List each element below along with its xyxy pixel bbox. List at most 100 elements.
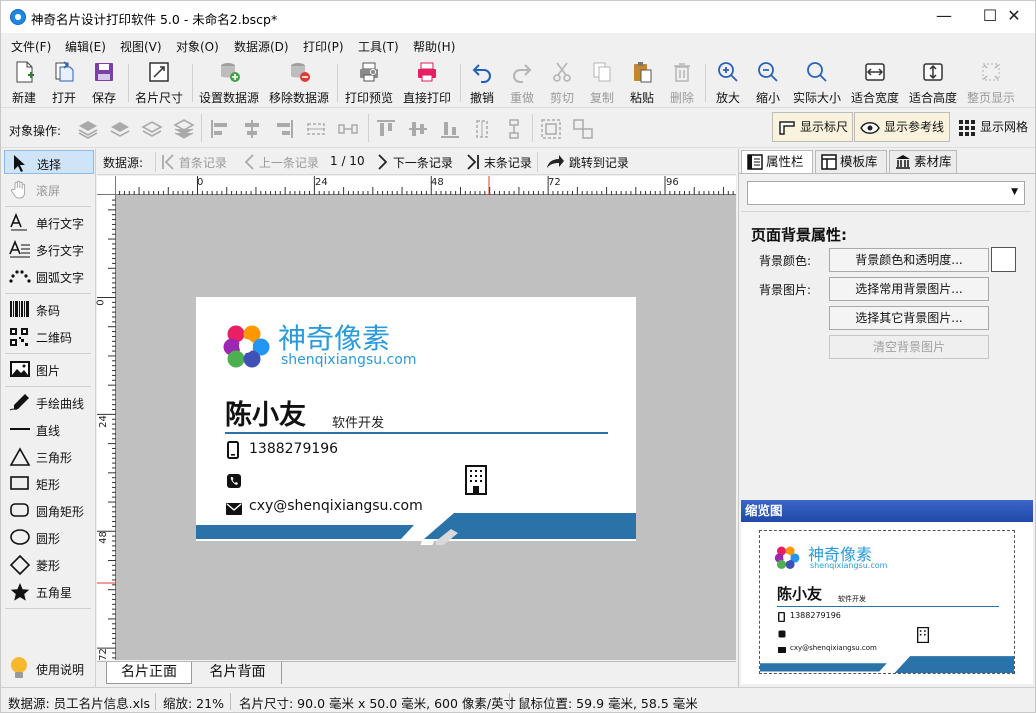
align-middle-icon[interactable] [407,118,429,140]
separator [5,206,91,207]
align-right-icon[interactable] [273,118,295,140]
freehand-tool[interactable]: 手绘曲线 [4,390,94,414]
bg-color-swatch[interactable] [991,247,1016,272]
actual-size-button[interactable]: 实际大小 [791,60,843,106]
object-selector-dropdown[interactable]: ▼ [747,181,1025,205]
redo-button[interactable]: 重做 [506,60,538,106]
menu-datasource[interactable]: 数据源(D) [234,38,289,55]
horizontal-ruler[interactable]: 0 24 48 72 96 [97,176,736,195]
qrcode-tool[interactable]: 二维码 [4,324,94,348]
delete-button[interactable]: 删除 [666,60,698,106]
distribute-vertical-icon[interactable] [471,118,493,140]
send-to-back-icon[interactable] [173,118,195,140]
cut-button[interactable]: 剪切 [546,60,578,106]
bg-color-button[interactable]: 背景颜色和透明度... [829,248,989,272]
last-record-button[interactable]: 末条记录 [466,154,532,171]
rounded-rect-tool[interactable]: 圆角矩形 [4,498,94,522]
tab-template-library[interactable]: 模板库 [815,150,887,173]
single-line-text-tool[interactable]: 单行文字 [4,210,94,234]
send-backward-icon[interactable] [141,118,163,140]
person-name[interactable]: 陈小友 [225,393,306,432]
star-tool[interactable]: 五角星 [4,579,94,603]
show-grid-toggle[interactable]: 显示网格 [952,112,1035,142]
barcode-tool[interactable]: 条码 [4,297,94,321]
align-bottom-icon[interactable] [439,118,461,140]
first-record-button[interactable]: 首条记录 [161,154,227,171]
paste-button[interactable]: 粘贴 [626,60,658,106]
business-card[interactable]: 神奇像素 shenqixiangsu.com 陈小友 软件开发 13882791… [196,297,636,545]
multi-line-text-tool[interactable]: 多行文字 [4,237,94,261]
new-file-icon [16,61,34,83]
menu-tools[interactable]: 工具(T) [358,38,399,55]
whole-page-button[interactable]: 整页显示 [965,60,1017,106]
thumbnail-area: 神奇像素 shenqixiangsu.com 陈小友 软件开发 13882791… [741,522,1033,684]
set-datasource-button[interactable]: 设置数据源 [197,60,261,106]
rectangle-tool[interactable]: 矩形 [4,471,94,495]
goto-record-button[interactable]: 跳转到记录 [545,154,629,171]
remove-datasource-button[interactable]: 移除数据源 [266,60,332,106]
group-icon[interactable] [540,118,562,140]
show-guides-toggle[interactable]: 显示参考线 [854,112,950,142]
distribute-horizontal-icon[interactable] [305,118,327,140]
menu-help[interactable]: 帮助(H) [413,38,455,55]
brand-name-en[interactable]: shenqixiangsu.com [281,352,416,368]
phone-number[interactable]: 1388279196 [249,441,338,457]
divider-line[interactable] [225,432,608,434]
space-vertical-icon[interactable] [503,118,525,140]
menu-edit[interactable]: 编辑(E) [65,38,106,55]
brand-name-cn[interactable]: 神奇像素 [278,317,390,357]
save-button[interactable]: 保存 [87,60,121,106]
zoom-out-button[interactable]: 缩小 [751,60,785,106]
menu-view[interactable]: 视图(V) [120,38,162,55]
ungroup-icon[interactable] [572,118,594,140]
select-tool[interactable]: 选择 [4,150,94,174]
align-top-icon[interactable] [375,118,397,140]
align-center-icon[interactable] [241,118,263,140]
fit-height-button[interactable]: 适合高度 [907,60,959,106]
tab-card-front[interactable]: 名片正面 [106,662,192,684]
job-title[interactable]: 软件开发 [332,412,384,431]
menu-object[interactable]: 对象(O) [176,38,219,55]
show-grid-label: 显示网格 [980,120,1029,134]
vertical-ruler[interactable]: 0 24 48 72 [96,195,116,661]
design-canvas[interactable]: 神奇像素 shenqixiangsu.com 陈小友 软件开发 13882791… [116,195,736,660]
pan-tool[interactable]: 滚屏 [4,177,94,201]
align-left-icon[interactable] [209,118,231,140]
diamond-tool[interactable]: 菱形 [4,552,94,576]
bring-to-front-icon[interactable] [77,118,99,140]
common-bg-image-button[interactable]: 选择常用背景图片... [829,277,989,301]
thumbnail-card-preview[interactable]: 神奇像素 shenqixiangsu.com 陈小友 软件开发 13882791… [759,530,1015,674]
other-bg-image-button[interactable]: 选择其它背景图片... [829,306,989,330]
arc-text-tool[interactable]: 圆弧文字 [4,264,94,288]
space-evenly-icon[interactable] [337,118,359,140]
help-button[interactable]: 使用说明 [4,655,94,681]
card-bottom-band[interactable] [196,511,636,545]
image-tool[interactable]: 图片 [4,357,94,381]
show-ruler-toggle[interactable]: 显示标尺 [772,112,853,142]
zoom-in-button[interactable]: 放大 [711,60,745,106]
bring-forward-icon[interactable] [109,118,131,140]
line-tool[interactable]: 直线 [4,417,94,441]
triangle-tool[interactable]: 三角形 [4,444,94,468]
direct-print-button[interactable]: 直接打印 [401,60,453,106]
tab-card-back[interactable]: 名片背面 [194,662,282,684]
prev-record-button[interactable]: 上一条记录 [243,154,319,171]
copy-button[interactable]: 复制 [586,60,618,106]
menu-print[interactable]: 打印(P) [303,38,344,55]
tab-asset-library[interactable]: 素材库 [889,150,957,173]
open-button[interactable]: 打开 [47,60,81,106]
thumbnail-email-icon [778,647,786,653]
next-record-button[interactable]: 下一条记录 [377,154,453,171]
new-button[interactable]: 新建 [7,60,41,106]
minimize-button[interactable]: — [921,1,967,33]
circle-tool[interactable]: 圆形 [4,525,94,549]
clear-bg-image-button[interactable]: 清空背景图片 [829,335,989,359]
fit-width-button[interactable]: 适合宽度 [849,60,901,106]
tab-properties[interactable]: 属性栏 [741,150,813,173]
undo-button[interactable]: 撤销 [466,60,498,106]
card-size-icon [149,62,169,82]
close-button[interactable]: ✕ [991,1,1035,33]
print-preview-button[interactable]: 打印预览 [342,60,396,106]
card-size-button[interactable]: 名片尺寸 [133,60,185,106]
menu-file[interactable]: 文件(F) [11,38,51,55]
